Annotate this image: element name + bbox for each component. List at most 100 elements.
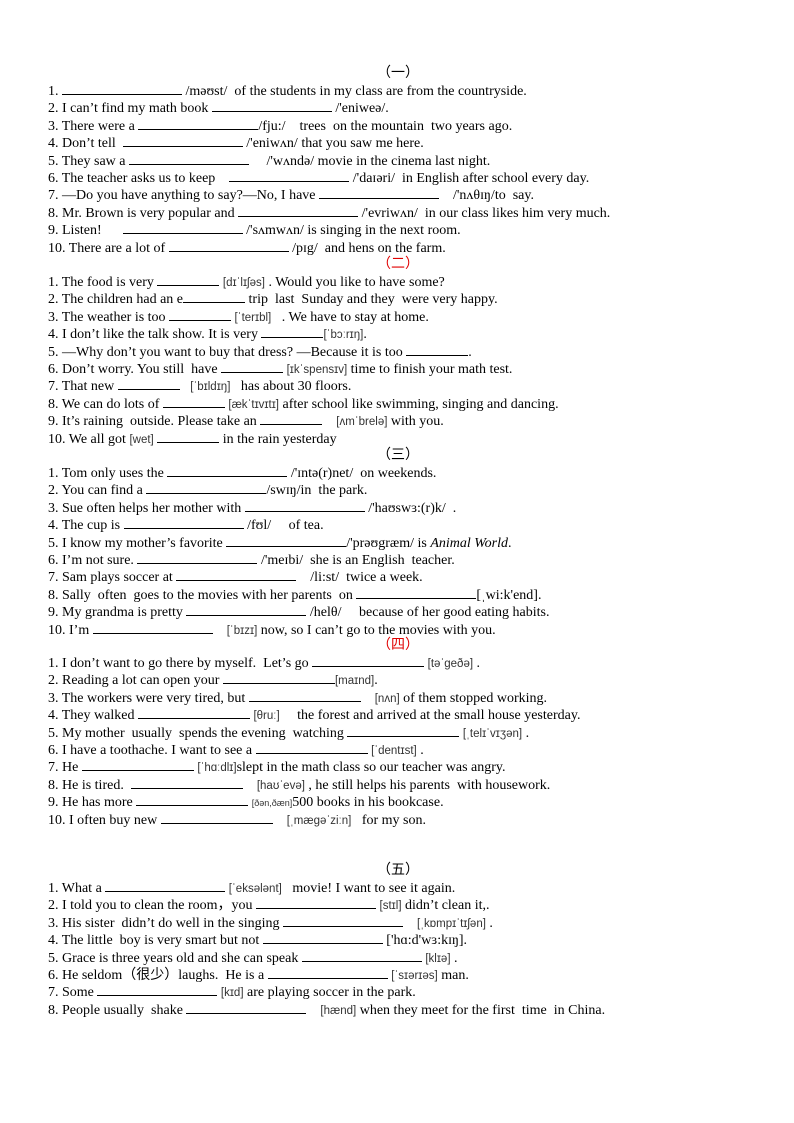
question-text: /fʊl/ of tea. bbox=[243, 518, 324, 534]
answer-blank[interactable] bbox=[136, 793, 249, 807]
phonetic-hint: [ˈhɑːdlɪ] bbox=[197, 762, 237, 775]
phonetic-hint: [θruː] bbox=[253, 710, 280, 723]
question-text bbox=[243, 778, 257, 793]
question-text: . bbox=[485, 915, 493, 931]
phonetic-hint: [ˈbɔːrɪŋ] bbox=[323, 329, 364, 342]
section-title: （一） bbox=[377, 66, 419, 81]
question-item: 4. The cup is /fʊl/ of tea. bbox=[48, 516, 748, 533]
answer-blank[interactable] bbox=[248, 689, 361, 702]
answer-blank[interactable] bbox=[347, 724, 460, 737]
question-text: 5. They saw a bbox=[48, 153, 129, 169]
question-text: slept in the math class so our teacher w… bbox=[236, 760, 506, 776]
answer-blank[interactable] bbox=[105, 879, 226, 892]
question-text: 3. The workers were very tired, but bbox=[48, 690, 249, 706]
question-text: /'ɪntə(r)net/ on weekends. bbox=[287, 466, 437, 481]
question-item: 3. There were a /fju:/ trees on the moun… bbox=[48, 117, 748, 134]
question-text bbox=[322, 414, 336, 429]
answer-blank[interactable] bbox=[319, 186, 439, 200]
question-text: are playing soccer in the park. bbox=[243, 985, 416, 1001]
answer-blank[interactable] bbox=[261, 325, 324, 339]
question-item: 1. The food is very [dɪˈlɪʃəs] . Would y… bbox=[48, 273, 748, 290]
answer-blank[interactable] bbox=[167, 464, 288, 477]
question-text: 2. I told you to clean the room，you bbox=[48, 898, 257, 914]
question-text bbox=[213, 623, 227, 638]
exercise-section: （二） 1. The food is very [dɪˈlɪʃəs] . Woul… bbox=[48, 256, 748, 447]
question-text: 7. Some bbox=[48, 985, 98, 1001]
answer-blank[interactable] bbox=[262, 931, 383, 945]
answer-blank[interactable] bbox=[312, 654, 425, 667]
answer-blank[interactable] bbox=[244, 499, 365, 512]
question-text: . bbox=[473, 656, 481, 671]
question-text: 6. He seldom（很少）laughs. He is a bbox=[48, 967, 268, 983]
question-text: /'sʌmwʌn/ is singing in the next room. bbox=[242, 223, 461, 239]
question-item: 1. /məʊst/ of the students in my class a… bbox=[48, 82, 748, 99]
answer-blank[interactable] bbox=[62, 82, 182, 95]
answer-blank[interactable] bbox=[138, 117, 259, 130]
answer-blank[interactable] bbox=[222, 671, 335, 685]
question-text: 1. Tom only uses the bbox=[48, 466, 168, 481]
answer-blank[interactable] bbox=[146, 481, 267, 495]
answer-blank[interactable] bbox=[81, 758, 194, 772]
question-text: 8. Sally often goes to the movies with h… bbox=[48, 587, 357, 603]
phonetic-hint: [nʌn] bbox=[374, 692, 400, 705]
answer-blank[interactable] bbox=[160, 811, 273, 824]
answer-blank[interactable] bbox=[186, 1001, 307, 1014]
question-text: /məʊst/ of the students in my class are … bbox=[182, 84, 527, 99]
answer-blank[interactable] bbox=[255, 741, 368, 754]
phonetic-hint: [ˈbɪldɪŋ] bbox=[190, 381, 231, 394]
answer-blank[interactable] bbox=[260, 412, 323, 426]
answer-blank[interactable] bbox=[301, 949, 422, 962]
answer-blank[interactable] bbox=[92, 621, 213, 634]
answer-blank[interactable] bbox=[137, 551, 258, 564]
question-text: /'eniweə/. bbox=[331, 101, 389, 117]
answer-blank[interactable] bbox=[130, 776, 243, 789]
question-text: 2. You can find a bbox=[48, 483, 147, 499]
answer-blank[interactable] bbox=[356, 586, 477, 599]
answer-blank[interactable] bbox=[267, 966, 388, 979]
question-item: 10. I’m [ˈbɪzɪ] now, so I can’t go to th… bbox=[48, 621, 748, 638]
phonetic-hint: [ˈsɪərɪəs] bbox=[391, 969, 438, 982]
answer-blank[interactable] bbox=[122, 221, 243, 235]
answer-blank[interactable] bbox=[221, 360, 284, 373]
answer-blank[interactable] bbox=[406, 343, 469, 356]
answer-blank[interactable] bbox=[176, 568, 297, 582]
question-text: 2. I can’t find my math book bbox=[48, 101, 212, 117]
question-text: /'prəʊgræm/ is bbox=[346, 535, 431, 551]
answer-blank[interactable] bbox=[226, 534, 347, 547]
question-item: 5. I know my mother’s favorite /'prəʊgræ… bbox=[48, 534, 748, 551]
question-text bbox=[361, 691, 375, 706]
answer-blank[interactable] bbox=[97, 983, 218, 997]
question-item: 3. The workers were very tired, but [nʌn… bbox=[48, 689, 748, 706]
question-text: 8. Mr. Brown is very popular and bbox=[48, 205, 239, 221]
answer-blank[interactable] bbox=[129, 152, 249, 165]
question-item: 1. I don’t want to go there by myself. L… bbox=[48, 654, 748, 671]
answer-blank[interactable] bbox=[123, 516, 244, 530]
answer-blank[interactable] bbox=[238, 204, 359, 217]
answer-blank[interactable] bbox=[157, 273, 220, 286]
answer-blank[interactable] bbox=[157, 430, 220, 443]
question-text: /'eniwʌn/ that you saw me here. bbox=[242, 136, 424, 152]
answer-blank[interactable] bbox=[162, 395, 225, 408]
question-text: 10. I often buy new bbox=[48, 812, 161, 828]
answer-blank[interactable] bbox=[283, 914, 404, 927]
question-text: 3. There were a bbox=[48, 118, 139, 134]
question-text: in the rain yesterday bbox=[219, 431, 337, 447]
phonetic-hint: [klɪə] bbox=[425, 952, 451, 965]
answer-blank[interactable] bbox=[256, 896, 377, 910]
answer-blank[interactable] bbox=[186, 603, 307, 617]
phonetic-hint: [ˈdentɪst] bbox=[371, 744, 417, 757]
answer-blank[interactable] bbox=[169, 308, 232, 321]
exercise-section: （三） 1. Tom only uses the /'ɪntə(r)net/ on… bbox=[48, 447, 748, 638]
answer-blank[interactable] bbox=[122, 134, 243, 148]
answer-blank[interactable] bbox=[183, 290, 246, 304]
answer-blank[interactable] bbox=[229, 169, 350, 182]
answer-blank[interactable] bbox=[117, 377, 180, 391]
phonetic-hint: [wet] bbox=[129, 433, 154, 446]
answer-blank[interactable] bbox=[137, 706, 250, 720]
question-text bbox=[403, 916, 417, 931]
answer-blank[interactable] bbox=[211, 99, 332, 113]
phonetic-hint: [ˌtelɪˈvɪʒən] bbox=[462, 727, 523, 740]
question-text: . We have to stay at home. bbox=[271, 309, 429, 325]
italic-title: Animal World bbox=[430, 535, 508, 551]
answer-blank[interactable] bbox=[168, 239, 289, 252]
